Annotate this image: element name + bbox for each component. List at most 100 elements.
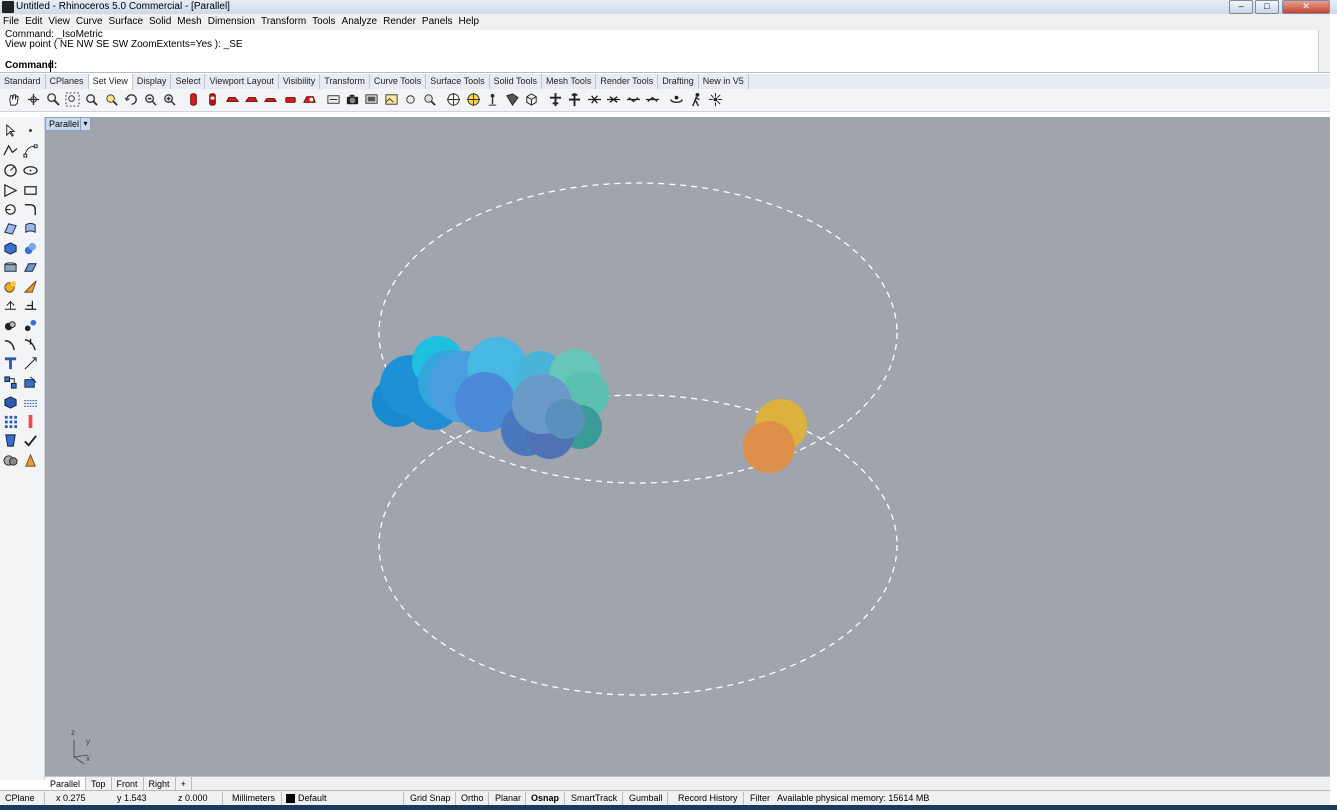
tab-render-tools[interactable]: Render Tools (596, 74, 659, 89)
zoom-dynamic-icon[interactable] (46, 92, 61, 107)
toggle-osnap[interactable]: Osnap (531, 791, 559, 806)
sphere-orange[interactable] (743, 421, 795, 473)
viewport-canvas[interactable]: z y x (45, 117, 1330, 776)
layer-color-swatch[interactable] (286, 794, 295, 803)
point-icon[interactable] (23, 123, 38, 138)
menu-dimension[interactable]: Dimension (205, 14, 258, 30)
tab-display[interactable]: Display (133, 74, 172, 89)
ellipse-icon[interactable] (23, 163, 38, 178)
array-icon[interactable] (3, 414, 18, 429)
toggle-record-history[interactable]: Record History (678, 791, 738, 806)
mesh-solid-icon[interactable] (3, 395, 18, 410)
view-tab-top[interactable]: Top (86, 777, 112, 791)
rotate-view-icon[interactable] (26, 92, 41, 107)
camera-icon[interactable] (345, 92, 360, 107)
viewport-title[interactable]: Parallel (45, 117, 83, 131)
tab-transform[interactable]: Transform (320, 74, 370, 89)
trim-icon[interactable] (23, 337, 38, 352)
plane-right-icon[interactable] (606, 92, 621, 107)
fillet-curve-icon[interactable] (23, 202, 38, 217)
dimension-icon[interactable] (3, 298, 18, 313)
close-button[interactable]: ✕ (1282, 0, 1330, 14)
mesh-box-icon[interactable] (3, 260, 18, 275)
menu-file[interactable]: File (0, 14, 22, 30)
menu-transform[interactable]: Transform (258, 14, 309, 30)
polyline-icon[interactable] (3, 143, 18, 158)
menu-surface[interactable]: Surface (106, 14, 146, 30)
tab-standard[interactable]: Standard (0, 74, 46, 89)
view-tab-front[interactable]: Front (112, 777, 144, 791)
view-tab-right[interactable]: Right (144, 777, 176, 791)
rectangle-icon[interactable] (23, 183, 38, 198)
toggle-grid-snap[interactable]: Grid Snap (410, 791, 451, 806)
cplane-indicator[interactable]: CPlane (5, 791, 35, 806)
plane-top-icon[interactable] (548, 92, 563, 107)
blend-curve-icon[interactable] (3, 337, 18, 352)
analyze-direction-icon[interactable] (3, 433, 18, 448)
plane-left-icon[interactable] (587, 92, 602, 107)
zoom-target-icon[interactable] (422, 92, 437, 107)
boolean-icon[interactable] (3, 318, 18, 333)
plane-back-icon[interactable] (645, 92, 660, 107)
location-pin-icon[interactable] (485, 92, 500, 107)
extrude-surface-icon[interactable] (23, 221, 38, 236)
layer-indicator[interactable]: Default (298, 791, 327, 806)
sphere-cluster[interactable] (372, 336, 609, 459)
pan-icon[interactable] (6, 92, 21, 107)
menu-mesh[interactable]: Mesh (174, 14, 204, 30)
light-icon[interactable] (23, 279, 38, 294)
cplane-view-icon[interactable] (505, 92, 520, 107)
toggle-smarttrack[interactable]: SmartTrack (571, 791, 617, 806)
tab-select[interactable]: Select (171, 74, 206, 89)
menu-edit[interactable]: Edit (22, 14, 45, 30)
viewport-parallel[interactable]: z y x (45, 117, 1330, 776)
gold-target-icon[interactable] (466, 92, 481, 107)
leader-icon[interactable] (23, 356, 38, 371)
plane-front-icon[interactable] (626, 92, 641, 107)
render-mesh-icon[interactable] (23, 453, 38, 468)
zoom-selected-icon[interactable] (104, 92, 119, 107)
front-view-car-icon[interactable] (263, 92, 278, 107)
box-icon[interactable] (3, 241, 18, 256)
tab-drafting[interactable]: Drafting (658, 74, 699, 89)
zoom-window-icon[interactable] (84, 92, 99, 107)
toggle-planar[interactable]: Planar (495, 791, 521, 806)
group-icon[interactable] (3, 375, 18, 390)
polygon-icon[interactable] (3, 183, 18, 198)
check-icon[interactable] (23, 433, 38, 448)
mesh-plane-icon[interactable] (23, 260, 38, 275)
measure-icon[interactable] (23, 414, 38, 429)
target-icon[interactable] (403, 92, 418, 107)
tab-curve-tools[interactable]: Curve Tools (370, 74, 427, 89)
surface-corner-icon[interactable] (3, 221, 18, 236)
sphere[interactable] (545, 399, 585, 439)
join-points-icon[interactable] (23, 318, 38, 333)
orbit-icon[interactable] (669, 92, 684, 107)
undo-view-icon[interactable] (124, 92, 139, 107)
menu-render[interactable]: Render (380, 14, 419, 30)
toggle-ortho[interactable]: Ortho (461, 791, 484, 806)
tab-surface-tools[interactable]: Surface Tools (426, 74, 490, 89)
bottom-view-car-icon[interactable] (205, 92, 220, 107)
toggle-filter[interactable]: Filter (750, 791, 770, 806)
arc-icon[interactable] (3, 202, 18, 217)
left-view-car-icon[interactable] (225, 92, 240, 107)
toggle-gumball[interactable]: Gumball (629, 791, 663, 806)
menu-tools[interactable]: Tools (309, 14, 338, 30)
menu-view[interactable]: View (45, 14, 73, 30)
tab-viewport-layout[interactable]: Viewport Layout (205, 74, 279, 89)
command-input[interactable] (50, 60, 1325, 72)
contour-icon[interactable] (23, 395, 38, 410)
maximize-button[interactable]: □ (1255, 0, 1279, 14)
text-icon[interactable] (3, 356, 18, 371)
zoom-out-icon[interactable] (143, 92, 158, 107)
tab-cplanes[interactable]: CPlanes (46, 74, 89, 89)
right-view-car-icon[interactable] (244, 92, 259, 107)
cube-view-icon[interactable] (524, 92, 539, 107)
walkabout-icon[interactable] (689, 92, 704, 107)
tab-new-in-v5[interactable]: New in V5 (699, 74, 749, 89)
tab-set-view[interactable]: Set View (88, 74, 133, 89)
zoom-in-icon[interactable] (162, 92, 177, 107)
zoom-extents-icon[interactable] (65, 92, 80, 107)
top-view-car-icon[interactable] (186, 92, 201, 107)
